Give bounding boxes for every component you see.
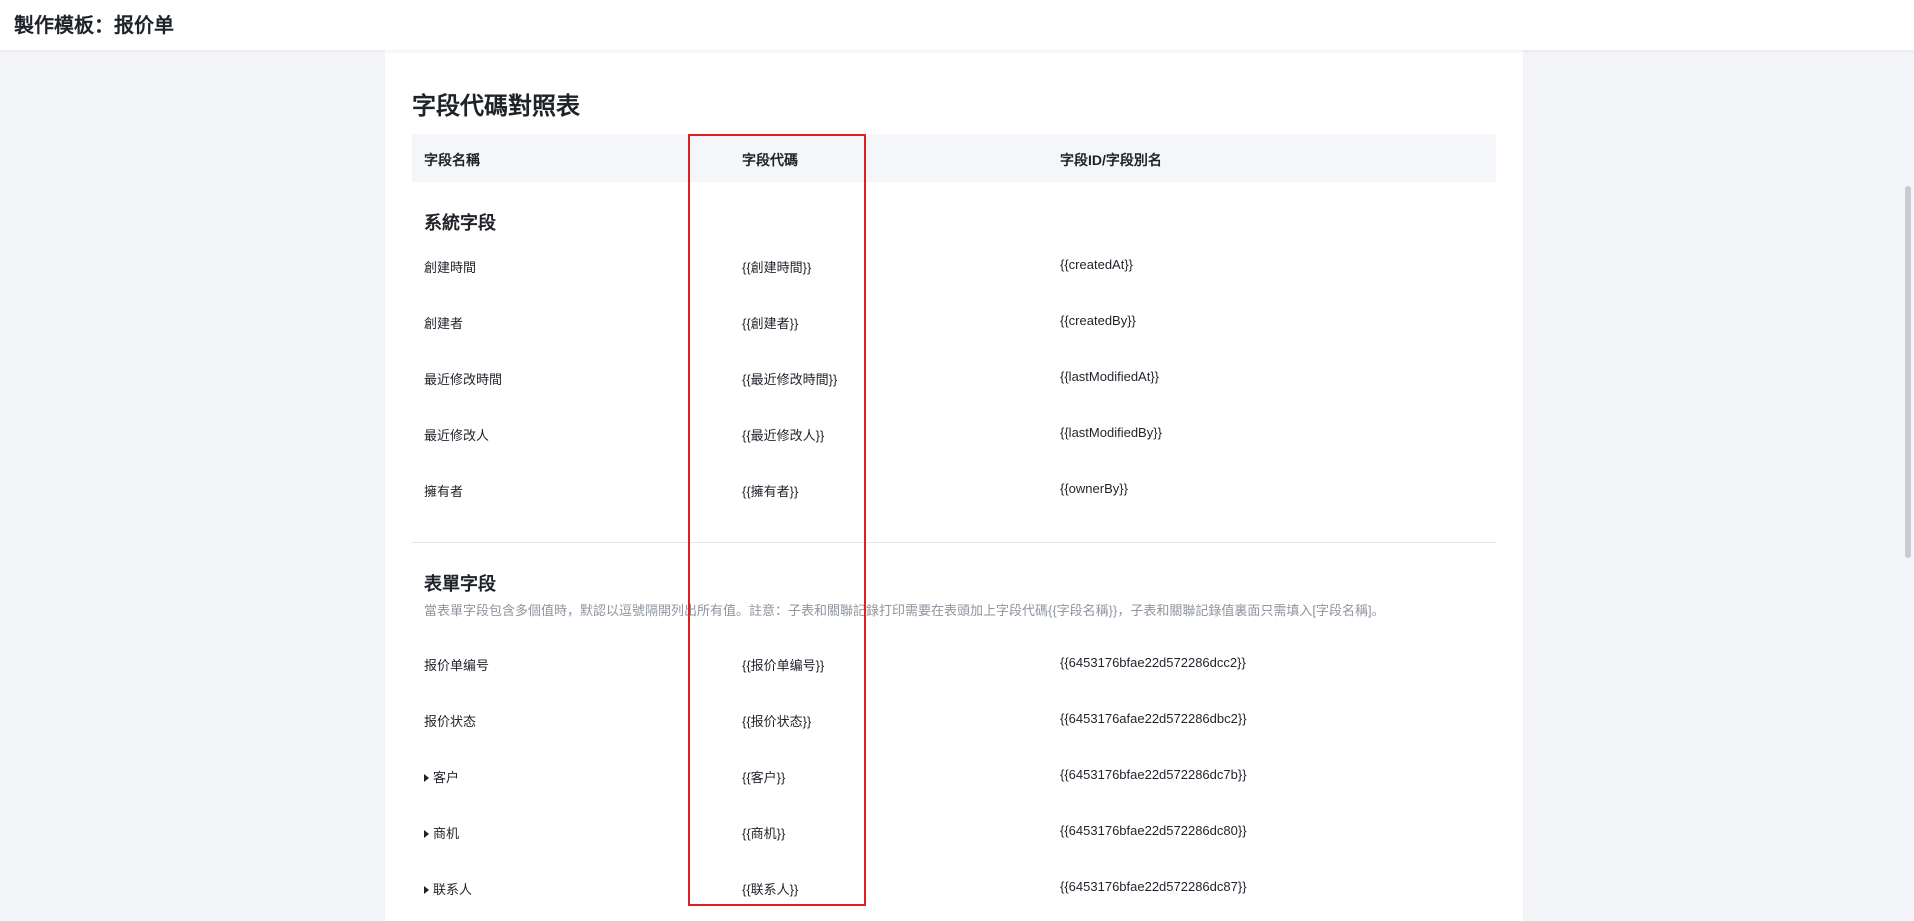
field-name: 最近修改人 [424,428,490,443]
table-row: 最近修改時間 {{最近修改時間}} {{lastModifiedAt}} [412,350,1496,406]
field-id[interactable]: {{lastModifiedBy}} [1060,425,1162,440]
form-fields-title: 表單字段 [424,574,496,594]
field-code[interactable]: {{客户}} [742,767,785,786]
field-name-expandable[interactable]: 联系人 [424,879,472,898]
table-row: 报价单编号 {{报价单编号}} {{6453176bfae22d572286dc… [412,636,1496,692]
field-code[interactable]: {{創建者}} [742,313,798,332]
table-row: 联系人 {{联系人}} {{6453176bfae22d572286dc87}} [412,860,1496,916]
field-code[interactable]: {{創建時間}} [742,257,811,276]
field-code[interactable]: {{商机}} [742,823,785,842]
field-id[interactable]: {{6453176bfae22d572286dc7b}} [1060,767,1247,782]
section-divider [412,542,1496,543]
table-row: 擁有者 {{擁有者}} {{ownerBy}} [412,462,1496,518]
field-name: 創建者 [424,316,464,331]
field-name: 擁有者 [424,484,464,499]
field-name-label: 客户 [433,770,460,785]
field-name-label: 联系人 [433,882,473,897]
field-id[interactable]: {{lastModifiedAt}} [1060,369,1159,384]
panel-title: 字段代碼對照表 [412,93,580,120]
field-id[interactable]: {{6453176afae22d572286dbc2}} [1060,711,1247,726]
page-title: 製作模板：报价单 [14,15,174,37]
scrollbar-thumb[interactable] [1905,186,1911,558]
field-name: 报价单编号 [424,658,490,673]
field-id[interactable]: {{createdBy}} [1060,313,1136,328]
table-row: 商机 {{商机}} {{6453176bfae22d572286dc80}} [412,804,1496,860]
field-id[interactable]: {{ownerBy}} [1060,481,1128,496]
table-row: 报价状态 {{报价状态}} {{6453176afae22d572286dbc2… [412,692,1496,748]
caret-right-icon[interactable] [424,774,429,782]
field-code[interactable]: {{最近修改人}} [742,425,824,444]
field-name: 創建時間 [424,260,477,275]
table-row: 客户 {{客户}} {{6453176bfae22d572286dc7b}} [412,748,1496,804]
field-code[interactable]: {{擁有者}} [742,481,798,500]
field-name-expandable[interactable]: 客户 [424,767,459,786]
field-name-expandable[interactable]: 商机 [424,823,459,842]
field-name: 报价状态 [424,714,477,729]
caret-right-icon[interactable] [424,830,429,838]
caret-right-icon[interactable] [424,886,429,894]
field-name: 最近修改時間 [424,372,503,387]
field-code[interactable]: {{最近修改時間}} [742,369,837,388]
form-fields-description: 當表單字段包含多個值時，默認以逗號隔開列出所有值。註意：子表和關聯記錄打印需要在… [424,603,1385,618]
table-row: 創建時間 {{創建時間}} {{createdAt}} [412,238,1496,294]
field-code-panel: 字段代碼對照表 字段名稱 字段代碼 字段ID/字段別名 系統字段 創建時間 {{… [385,50,1523,921]
field-id[interactable]: {{6453176bfae22d572286dcc2}} [1060,655,1246,670]
field-id[interactable]: {{6453176bfae22d572286dc87}} [1060,879,1247,894]
field-id[interactable]: {{createdAt}} [1060,257,1133,272]
table-row: 創建者 {{創建者}} {{createdBy}} [412,294,1496,350]
table-row: 最近修改人 {{最近修改人}} {{lastModifiedBy}} [412,406,1496,462]
system-fields-title: 系統字段 [424,213,496,233]
column-header-field-name: 字段名稱 [424,152,480,168]
field-id[interactable]: {{6453176bfae22d572286dc80}} [1060,823,1247,838]
field-code[interactable]: {{报价单编号}} [742,655,824,674]
table-header: 字段名稱 字段代碼 字段ID/字段別名 [412,134,1496,182]
field-code[interactable]: {{联系人}} [742,879,798,898]
column-header-field-code: 字段代碼 [742,152,798,168]
column-header-field-id: 字段ID/字段別名 [1060,152,1162,168]
top-bar: 製作模板：报价单 [0,0,1914,50]
field-code[interactable]: {{报价状态}} [742,711,811,730]
field-name-label: 商机 [433,826,460,841]
scrollbar-track[interactable] [1900,50,1914,921]
